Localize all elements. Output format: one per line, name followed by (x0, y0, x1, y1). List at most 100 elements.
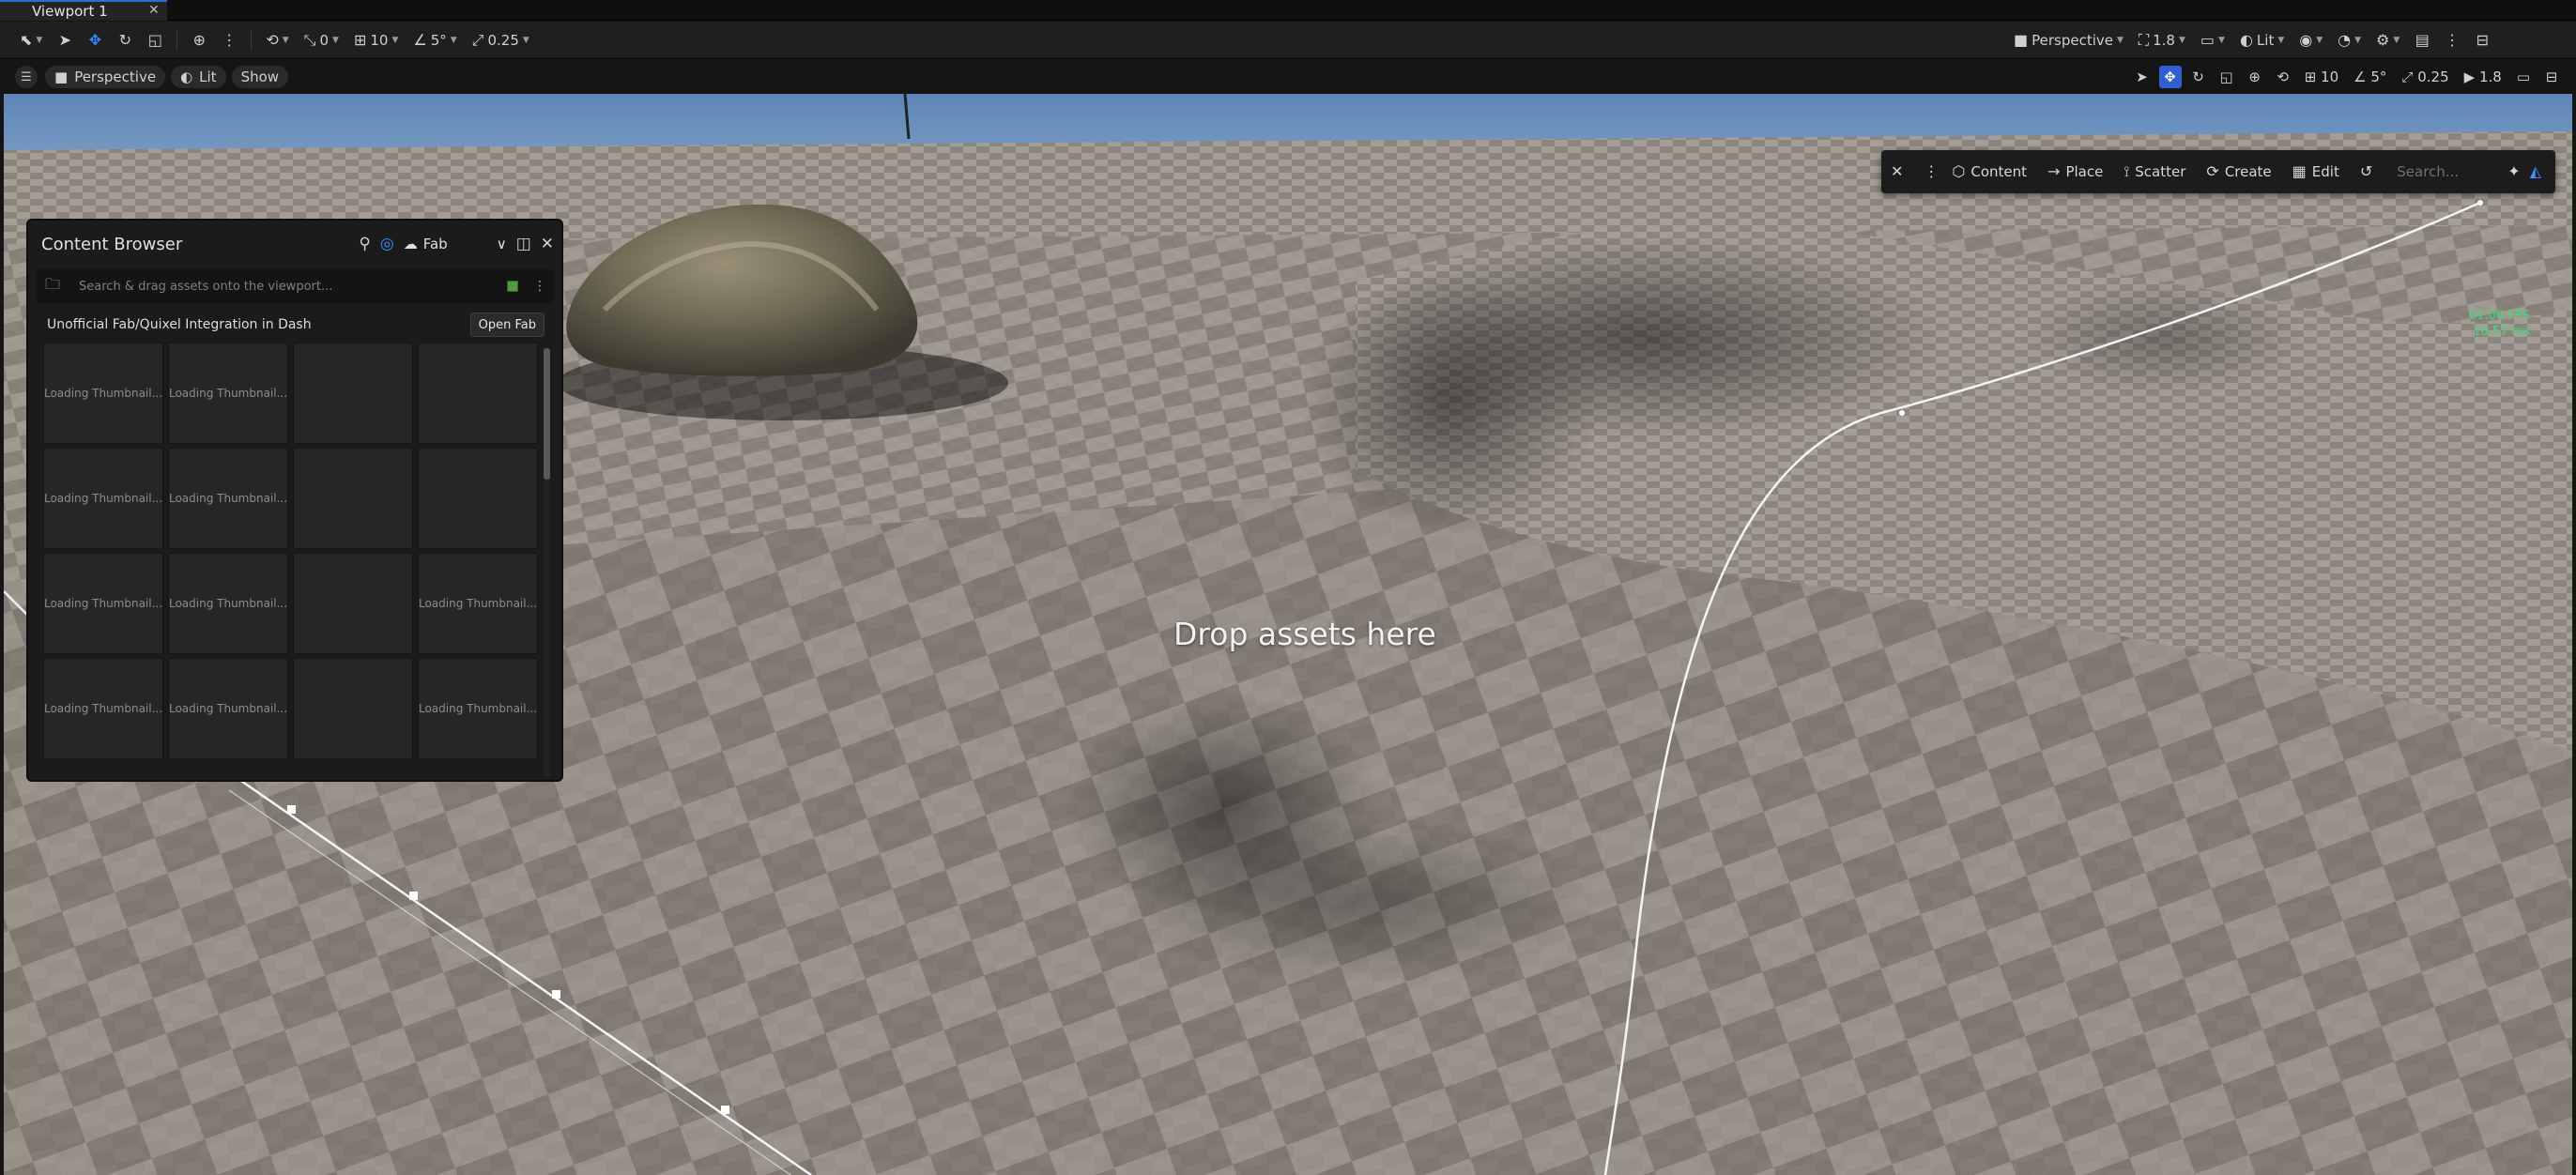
scale-icon: ◱ (147, 30, 162, 49)
dash-logo-icon: ◭ (2529, 162, 2541, 180)
asset-thumbnail[interactable]: Loading Thumbnail... (43, 448, 163, 549)
hamburger-icon: ☰ (21, 69, 32, 84)
asset-thumbnail[interactable]: Loading Thumbnail... (168, 658, 288, 759)
folder-icon[interactable]: 🗀 (45, 274, 60, 299)
performance-dropdown[interactable]: ◔ ▼ (2331, 26, 2368, 54)
toolbar-more-button[interactable]: ⋮ (215, 26, 243, 54)
vp-grid-snap-button[interactable]: ⊞ 10 (2300, 66, 2343, 88)
edit-button[interactable]: ▦ Edit (2292, 163, 2339, 180)
viewport-layout-button[interactable]: ⊟ (2468, 26, 2496, 54)
place-bar-close-button[interactable]: ✕ (1891, 164, 1903, 179)
source-dropdown[interactable]: ☁ Fab ∨ (404, 236, 507, 252)
select-arrow-icon: ➤ (2136, 69, 2148, 85)
show-flags-dropdown[interactable]: ◉ ▼ (2292, 26, 2329, 54)
source-label: Fab (422, 236, 448, 252)
gear-icon: ⚙ (2376, 30, 2390, 49)
dock-icon[interactable]: ◫ (516, 235, 531, 253)
viewport-menu-button[interactable]: ☰ (15, 66, 38, 88)
scrollbar-thumb[interactable] (544, 348, 550, 480)
angle-snap-icon: ∠ (413, 30, 427, 49)
settings-dropdown[interactable]: ⚙ ▼ (2369, 26, 2406, 54)
content-search-input[interactable]: Search & drag assets onto the viewport..… (79, 280, 507, 294)
vp-rotate-button[interactable]: ↻ (2187, 66, 2210, 88)
content-button[interactable]: ⬡ Content (1952, 163, 2027, 180)
rotate-snap-button[interactable]: ∠ 5° ▼ (406, 26, 463, 54)
perspective-pill[interactable]: ■ Perspective (45, 66, 166, 88)
asset-thumbnail[interactable]: Loading Thumbnail... (168, 448, 288, 549)
grid-snap-button[interactable]: ⊞ 10 ▼ (347, 26, 405, 54)
screen-percentage-dropdown[interactable]: ▭ ▼ (2194, 26, 2231, 54)
asset-thumbnail[interactable]: Loading Thumbnail... (43, 658, 163, 759)
tab-close-icon[interactable]: ✕ (148, 3, 160, 18)
refresh-icon[interactable]: ◎ (380, 235, 394, 253)
kebab-icon: ⋮ (1924, 162, 1940, 180)
eye-icon: ◉ (2299, 30, 2313, 49)
surface-snap-button[interactable]: ⟲ ▼ (259, 26, 295, 54)
vp-camera-speed-button[interactable]: ▶ 1.8 (2460, 66, 2507, 88)
vp-scale-button[interactable]: ◱ (2216, 66, 2238, 88)
show-pill[interactable]: Show (231, 66, 289, 88)
tab-bar: Viewport 1 ✕ (0, 0, 2576, 21)
create-button[interactable]: ⟳ Create (2206, 163, 2271, 180)
rotate-tool-button[interactable]: ↻ (111, 26, 139, 54)
edit-icon: ▦ (2292, 162, 2307, 180)
open-fab-button[interactable]: Open Fab (469, 313, 544, 337)
translate-snap-button[interactable]: ⤡ 0 ▼ (298, 26, 345, 54)
asset-thumbnail[interactable] (293, 658, 413, 759)
lighting-dropdown[interactable]: ◐ Lit ▼ (2233, 26, 2291, 54)
kebab-icon[interactable]: ⋮ (533, 279, 546, 294)
place-bar-more-button[interactable]: ⋮ (1924, 164, 1939, 179)
vp-scale-snap-button[interactable]: ⤢ 0.25 (2397, 66, 2453, 88)
vp-translate-button[interactable]: ✥ (2158, 66, 2182, 88)
camera-speed-dropdown[interactable]: ⛶ 1.8 ▼ (2132, 26, 2192, 54)
asset-thumbnail[interactable] (293, 448, 413, 549)
scale-snap-icon: ⤢ (471, 30, 484, 49)
place-search-input[interactable]: Search... (2397, 163, 2507, 180)
asset-thumbnail[interactable]: Loading Thumbnail... (168, 343, 288, 444)
content-browser-panel: Content Browser ⚲ ◎ ☁ Fab ∨ ◫ ✕ 🗀 Search… (26, 219, 563, 782)
asset-thumbnail[interactable] (293, 343, 413, 444)
close-icon[interactable]: ✕ (541, 235, 554, 253)
scale-tool-button[interactable]: ◱ (141, 26, 169, 54)
content-browser-title: Content Browser (41, 234, 183, 254)
place-label: Place (2065, 163, 2104, 180)
chevron-down-icon: ∨ (496, 236, 507, 252)
asset-thumbnail[interactable] (418, 448, 538, 549)
vp-layout-button[interactable]: ⊟ (2540, 66, 2563, 88)
lit-pill[interactable]: ◐ Lit (171, 66, 226, 88)
tab-viewport-1[interactable]: Viewport 1 ✕ (0, 0, 167, 21)
globe-icon: ⊕ (192, 30, 207, 49)
asset-thumbnail[interactable]: Loading Thumbnail... (418, 658, 538, 759)
asset-thumbnail[interactable]: Loading Thumbnail... (43, 343, 163, 444)
create-label: Create (2224, 163, 2272, 180)
layout-button[interactable]: ▤ (2408, 26, 2436, 54)
asset-thumbnail[interactable]: Loading Thumbnail... (43, 553, 163, 654)
view-mode-dropdown[interactable]: ■ Perspective ▼ (2007, 26, 2130, 54)
mode-selector-button[interactable]: ⬉ ▼ (13, 26, 49, 54)
select-tool-button[interactable]: ➤ (51, 26, 79, 54)
vp-surface-snap-button[interactable]: ⟲ (2272, 66, 2294, 88)
main-toolbar: ⬉ ▼ ➤ ✥ ↻ ◱ ⊕ ⋮ ⟲ ▼ ⤡ 0 ▼ ⊞ 10 ▼ ∠ 5° ▼ ⤢ 0.25 ▼ ■… (0, 22, 2576, 59)
asset-thumbnail[interactable] (293, 553, 413, 654)
vp-angle-snap-button[interactable]: ∠ 5° (2349, 66, 2391, 88)
place-button[interactable]: → Place (2047, 163, 2103, 180)
scale-snap-button[interactable]: ⤢ 0.25 ▼ (466, 26, 536, 54)
coordinate-space-button[interactable]: ⊕ (185, 26, 213, 54)
viewport-options-button[interactable]: ⋮ (2438, 26, 2466, 54)
history-button[interactable]: ↺ (2360, 164, 2372, 179)
select-arrow-icon: ➤ (58, 30, 72, 49)
scatter-button[interactable]: ⟟ Scatter (2124, 163, 2185, 180)
scatter-label: Scatter (2135, 163, 2186, 180)
scale-snap-icon: ⤢ (2401, 69, 2414, 85)
mode-icon: ⬉ (20, 30, 33, 49)
dash-logo-button[interactable]: ◭ (2530, 164, 2541, 179)
asset-thumbnail[interactable]: Loading Thumbnail... (168, 553, 288, 654)
ai-button[interactable]: ✦ (2507, 164, 2520, 179)
vp-world-button[interactable]: ⊕ (2244, 66, 2266, 88)
pin-icon[interactable]: ⚲ (359, 235, 370, 253)
asset-thumbnail[interactable] (418, 343, 538, 444)
vp-select-button[interactable]: ➤ (2131, 66, 2154, 88)
vp-maximize-button[interactable]: ▭ (2512, 66, 2535, 88)
translate-tool-button[interactable]: ✥ (81, 26, 109, 54)
asset-thumbnail[interactable]: Loading Thumbnail... (418, 553, 538, 654)
